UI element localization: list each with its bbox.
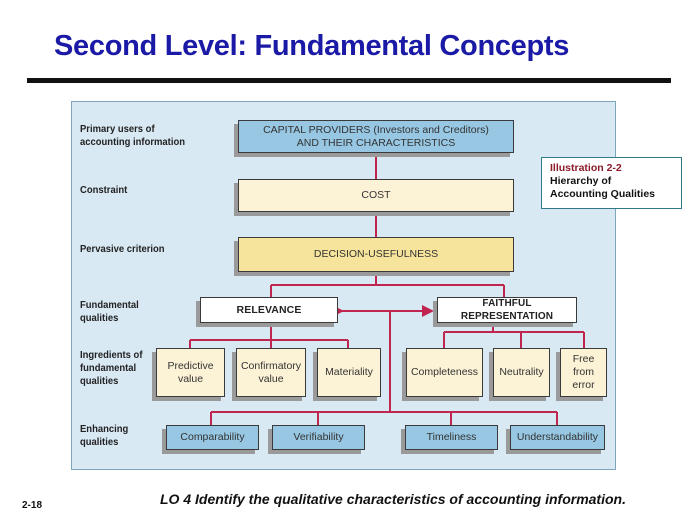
- neutrality-box: Neutrality: [493, 348, 550, 397]
- box-label: Comparability: [180, 431, 245, 443]
- box-label: RELEVANCE: [236, 303, 302, 316]
- materiality-box: Materiality: [317, 348, 381, 397]
- box-line: Confirmatory: [240, 359, 302, 372]
- box-label: Completeness: [410, 366, 479, 378]
- confirmatory-value-box: Confirmatory value: [236, 348, 306, 397]
- illustration-number: Illustration 2-2: [550, 162, 622, 174]
- learning-objective: LO 4 Identify the qualitative characteri…: [160, 491, 626, 507]
- completeness-box: Completeness: [406, 348, 483, 397]
- box-line: from: [572, 366, 594, 378]
- box-line: value: [258, 372, 284, 385]
- box-line: value: [177, 372, 204, 385]
- box-line: Predictive: [167, 359, 214, 372]
- predictive-value-box: Predictive value: [156, 348, 225, 397]
- box-line: Free: [572, 353, 595, 365]
- box-label: Neutrality: [499, 366, 544, 378]
- free-from-error-box: Free from error: [560, 348, 607, 397]
- faithful-representation-box: FAITHFUL REPRESENTATION: [437, 297, 577, 323]
- understandability-box: Understandability: [510, 425, 605, 450]
- illustration-caption-line: Hierarchy of: [550, 175, 612, 187]
- relevance-box: RELEVANCE: [200, 297, 338, 323]
- comparability-box: Comparability: [166, 425, 259, 450]
- box-line: error: [572, 379, 595, 391]
- box-line: CAPITAL PROVIDERS (Investors and Credito…: [263, 123, 489, 136]
- decision-usefulness-box: DECISION-USEFULNESS: [238, 237, 514, 272]
- box-label: COST: [361, 189, 391, 201]
- box-label: Materiality: [325, 366, 373, 378]
- box-line: AND THEIR CHARACTERISTICS: [296, 136, 456, 149]
- page-number: 2-18: [22, 500, 43, 511]
- box-label: FAITHFUL REPRESENTATION: [460, 298, 554, 322]
- verifiability-box: Verifiability: [272, 425, 365, 450]
- illustration-caption: Illustration 2-2 Hierarchy of Accounting…: [541, 157, 682, 209]
- box-label: DECISION-USEFULNESS: [313, 248, 439, 260]
- box-label: Understandability: [516, 431, 599, 443]
- illustration-caption-line: Accounting Qualities: [550, 188, 656, 200]
- box-label: Timeliness: [426, 431, 477, 443]
- timeliness-box: Timeliness: [405, 425, 498, 450]
- box-label: Verifiability: [293, 431, 344, 443]
- capital-providers-box: CAPITAL PROVIDERS (Investors and Credito…: [238, 120, 514, 153]
- cost-box: COST: [238, 179, 514, 212]
